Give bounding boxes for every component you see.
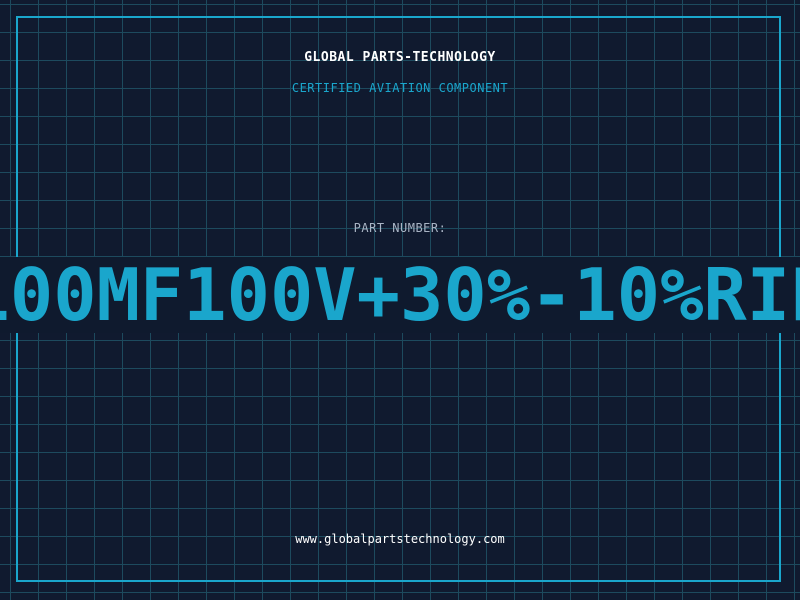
part-card: GLOBAL PARTS-TECHNOLOGY CERTIFIED AVIATI…	[0, 0, 800, 600]
part-number-label: PART NUMBER:	[353, 221, 447, 235]
brand-title: GLOBAL PARTS-TECHNOLOGY	[304, 50, 496, 65]
website-url: www.globalpartstechnology.com	[295, 532, 505, 546]
part-number-value: 100MF100V+30%-10%RIP	[0, 257, 800, 333]
certification-tagline: CERTIFIED AVIATION COMPONENT	[291, 81, 509, 95]
part-number-band: 100MF100V+30%-10%RIP	[0, 257, 800, 333]
